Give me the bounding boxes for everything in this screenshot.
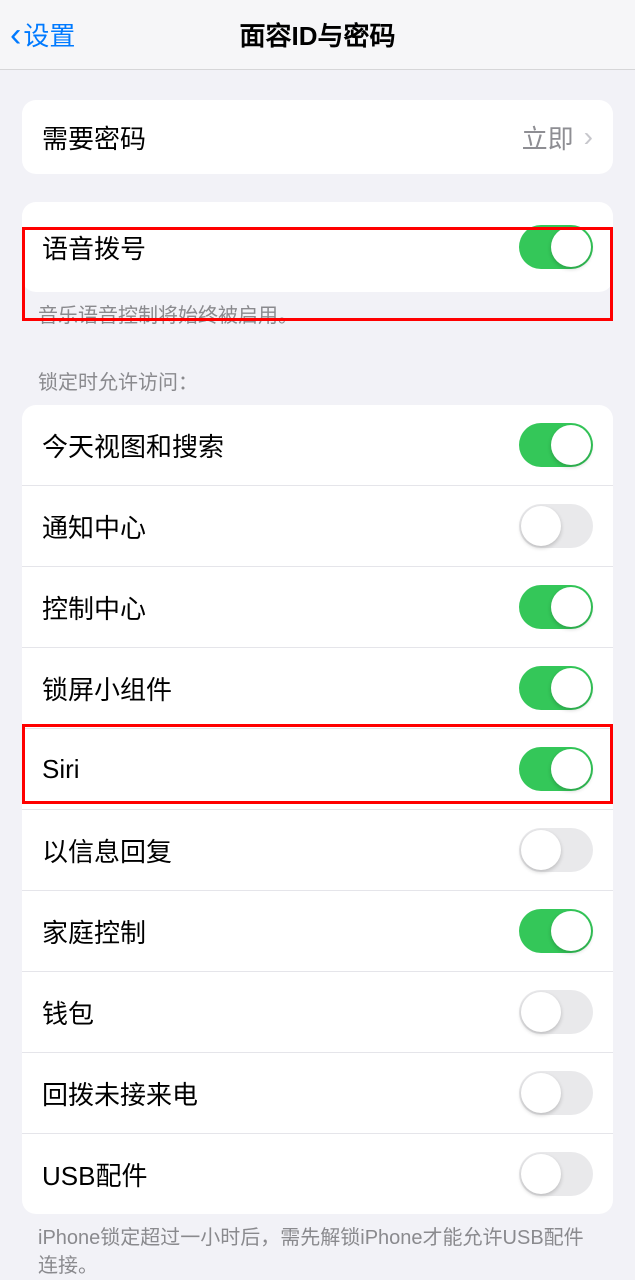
locked-access-item-label: 今天视图和搜索 [42,427,224,464]
locked-access-item-label: 回拨未接来电 [42,1075,198,1112]
chevron-right-icon: › [584,121,593,153]
chevron-left-icon: ‹ [10,18,21,52]
locked-access-toggle[interactable] [519,666,593,710]
locked-access-toggle[interactable] [519,423,593,467]
locked-access-toggle[interactable] [519,1152,593,1196]
locked-access-item-label: 锁屏小组件 [42,670,172,707]
require-passcode-row[interactable]: 需要密码 立即 › [22,100,613,174]
locked-access-toggle[interactable] [519,990,593,1034]
locked-access-row: Siri [22,728,613,809]
navigation-bar: ‹ 设置 面容ID与密码 [0,0,635,70]
back-label: 设置 [23,16,75,53]
locked-access-row: 今天视图和搜索 [22,405,613,485]
locked-access-item-label: 以信息回复 [42,832,172,869]
voice-dial-footer: 音乐语音控制将始终被启用。 [0,292,635,330]
locked-access-item-label: 通知中心 [42,508,146,545]
locked-access-toggle[interactable] [519,828,593,872]
locked-access-footer: iPhone锁定超过一小时后，需先解锁iPhone才能允许USB配件连接。 [0,1214,635,1280]
locked-access-item-label: Siri [42,754,80,785]
locked-access-toggle[interactable] [519,504,593,548]
locked-access-row: 家庭控制 [22,890,613,971]
locked-access-toggle[interactable] [519,909,593,953]
locked-access-toggle[interactable] [519,747,593,791]
voice-dial-toggle[interactable] [519,225,593,269]
locked-access-item-label: 钱包 [42,994,94,1031]
locked-access-row: 通知中心 [22,485,613,566]
locked-access-item-label: 家庭控制 [42,913,146,950]
locked-access-row: 锁屏小组件 [22,647,613,728]
locked-access-header: 锁定时允许访问： [0,366,635,405]
page-title: 面容ID与密码 [239,16,395,53]
locked-access-item-label: 控制中心 [42,589,146,626]
locked-access-row: 钱包 [22,971,613,1052]
locked-access-item-label: USB配件 [42,1156,147,1193]
voice-dial-row: 语音拨号 [22,202,613,292]
require-passcode-value: 立即 [522,119,574,156]
locked-access-row: 控制中心 [22,566,613,647]
require-passcode-label: 需要密码 [42,119,146,156]
locked-access-toggle[interactable] [519,585,593,629]
back-button[interactable]: ‹ 设置 [10,16,75,53]
locked-access-row: 以信息回复 [22,809,613,890]
locked-access-row: 回拨未接来电 [22,1052,613,1133]
locked-access-row: USB配件 [22,1133,613,1214]
voice-dial-label: 语音拨号 [42,229,146,266]
locked-access-toggle[interactable] [519,1071,593,1115]
